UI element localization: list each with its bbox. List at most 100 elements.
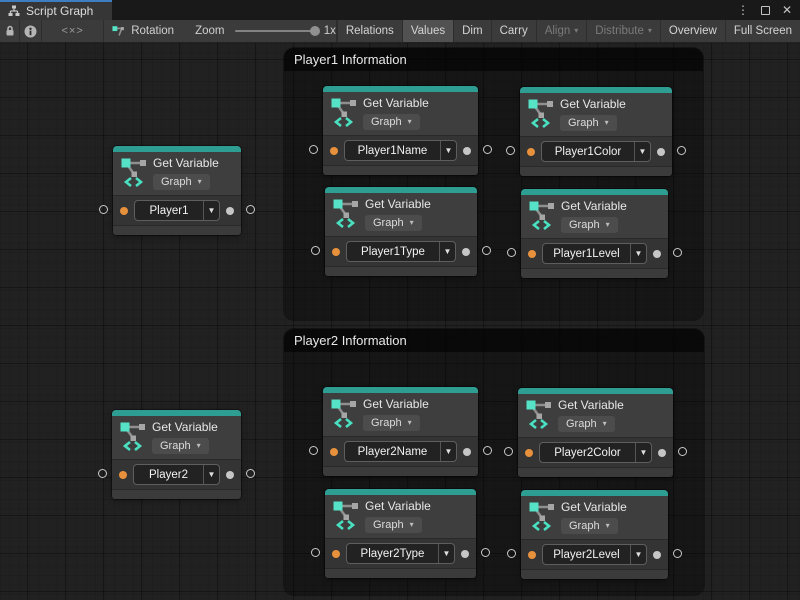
- input-port[interactable]: [330, 147, 338, 155]
- outer-port-right[interactable]: [673, 549, 682, 558]
- scope-dropdown[interactable]: Graph ▾: [560, 115, 617, 131]
- outer-port-right[interactable]: [246, 205, 255, 214]
- variable-dropdown[interactable]: Player1Type ▼: [346, 241, 456, 262]
- get-variable-icon: [331, 97, 357, 127]
- scope-dropdown[interactable]: Graph ▾: [365, 517, 422, 533]
- outer-port-right[interactable]: [481, 548, 490, 557]
- toolbar-button-align[interactable]: Align▾: [536, 20, 587, 42]
- input-port[interactable]: [120, 207, 128, 215]
- node-header: Get Variable Graph ▾: [112, 416, 241, 459]
- toolbar-button-carry[interactable]: Carry: [491, 20, 536, 42]
- close-icon[interactable]: ✕: [782, 4, 792, 16]
- group-title[interactable]: Player1 Information: [284, 48, 703, 71]
- graph-canvas[interactable]: Player1 Information Player2 Information G…: [0, 43, 800, 600]
- outer-port-right[interactable]: [246, 469, 255, 478]
- maximize-icon[interactable]: [761, 6, 770, 15]
- variable-dropdown[interactable]: Player2Level ▼: [542, 544, 647, 565]
- outer-port-left[interactable]: [311, 246, 320, 255]
- toolbar-button-relations[interactable]: Relations: [337, 20, 402, 42]
- get-variable-icon: [529, 200, 555, 230]
- node-body: Player1Color ▼: [520, 136, 672, 166]
- group-title[interactable]: Player2 Information: [284, 329, 704, 352]
- node-get-variable-player2[interactable]: Get Variable Graph ▾ Player2 ▼: [112, 410, 241, 499]
- zoom-slider-handle[interactable]: [310, 26, 320, 36]
- toolbar-button-distribute[interactable]: Distribute▾: [586, 20, 660, 42]
- outer-port-left[interactable]: [507, 549, 516, 558]
- outer-port-left[interactable]: [309, 446, 318, 455]
- output-port[interactable]: [226, 471, 234, 479]
- tab-script-graph[interactable]: Script Graph: [0, 0, 112, 20]
- variable-dropdown[interactable]: Player1Level ▼: [542, 243, 647, 264]
- scope-dropdown[interactable]: Graph ▾: [363, 415, 420, 431]
- toolbar-button-overview[interactable]: Overview: [660, 20, 725, 42]
- zoom-slider[interactable]: [235, 30, 316, 32]
- output-port[interactable]: [658, 449, 666, 457]
- variable-name: Player2: [134, 465, 203, 484]
- output-port[interactable]: [463, 448, 471, 456]
- input-port[interactable]: [528, 551, 536, 559]
- info-button[interactable]: [20, 20, 42, 42]
- outer-port-left[interactable]: [311, 548, 320, 557]
- node-get-variable-player2name[interactable]: Get Variable Graph ▾ Player2Name ▼: [323, 387, 478, 476]
- chevron-down-icon: ▼: [635, 443, 651, 462]
- toolbar-button-full-screen[interactable]: Full Screen: [725, 20, 800, 42]
- variable-dropdown[interactable]: Player1Name ▼: [344, 140, 457, 161]
- outer-port-left[interactable]: [504, 447, 513, 456]
- variable-dropdown[interactable]: Player2Type ▼: [346, 543, 455, 564]
- toolbar-button-dim[interactable]: Dim: [453, 20, 490, 42]
- input-port[interactable]: [332, 248, 340, 256]
- scope-dropdown[interactable]: Graph ▾: [561, 518, 618, 534]
- scope-dropdown[interactable]: Graph ▾: [363, 114, 420, 130]
- node-get-variable-player1level[interactable]: Get Variable Graph ▾ Player1Level ▼: [521, 189, 668, 278]
- node-get-variable-player1name[interactable]: Get Variable Graph ▾ Player1Name ▼: [323, 86, 478, 175]
- output-port[interactable]: [653, 551, 661, 559]
- outer-port-right[interactable]: [678, 447, 687, 456]
- node-get-variable-player2level[interactable]: Get Variable Graph ▾ Player2Level ▼: [521, 490, 668, 579]
- variable-dropdown[interactable]: Player2Color ▼: [539, 442, 652, 463]
- output-port[interactable]: [462, 248, 470, 256]
- output-port[interactable]: [653, 250, 661, 258]
- menu-icon[interactable]: ⋮: [737, 4, 749, 16]
- variable-dropdown[interactable]: Player2Name ▼: [344, 441, 457, 462]
- scope-dropdown[interactable]: Graph ▾: [152, 438, 209, 454]
- output-port[interactable]: [657, 148, 665, 156]
- outer-port-left[interactable]: [99, 205, 108, 214]
- input-port[interactable]: [119, 471, 127, 479]
- toolbar-view-controls: Rotation Zoom 1x: [104, 20, 337, 42]
- scope-dropdown[interactable]: Graph ▾: [153, 174, 210, 190]
- input-port[interactable]: [527, 148, 535, 156]
- input-port[interactable]: [332, 550, 340, 558]
- input-port[interactable]: [330, 448, 338, 456]
- toolbar-button-values[interactable]: Values: [402, 20, 453, 42]
- info-icon: [24, 25, 37, 38]
- chevron-down-icon: ▾: [606, 221, 610, 229]
- output-port[interactable]: [461, 550, 469, 558]
- output-port[interactable]: [463, 147, 471, 155]
- outer-port-left[interactable]: [309, 145, 318, 154]
- outer-port-right[interactable]: [483, 446, 492, 455]
- chevron-down-icon: ▾: [606, 522, 610, 530]
- input-port[interactable]: [525, 449, 533, 457]
- scope-dropdown[interactable]: Graph ▾: [365, 215, 422, 231]
- node-get-variable-player1[interactable]: Get Variable Graph ▾ Player1 ▼: [113, 146, 241, 235]
- outer-port-left[interactable]: [507, 248, 516, 257]
- variable-dropdown[interactable]: Player1Color ▼: [541, 141, 651, 162]
- outer-port-right[interactable]: [483, 145, 492, 154]
- outer-port-right[interactable]: [677, 146, 686, 155]
- node-get-variable-player2color[interactable]: Get Variable Graph ▾ Player2Color ▼: [518, 388, 673, 477]
- input-port[interactable]: [528, 250, 536, 258]
- outer-port-left[interactable]: [98, 469, 107, 478]
- code-view-button[interactable]: <×>: [42, 20, 103, 42]
- node-get-variable-player1type[interactable]: Get Variable Graph ▾ Player1Type ▼: [325, 187, 477, 276]
- variable-dropdown[interactable]: Player1 ▼: [134, 200, 220, 221]
- outer-port-right[interactable]: [482, 246, 491, 255]
- node-get-variable-player1color[interactable]: Get Variable Graph ▾ Player1Color ▼: [520, 87, 672, 176]
- variable-dropdown[interactable]: Player2 ▼: [133, 464, 220, 485]
- outer-port-left[interactable]: [506, 146, 515, 155]
- scope-dropdown[interactable]: Graph ▾: [558, 416, 615, 432]
- outer-port-right[interactable]: [673, 248, 682, 257]
- lock-button[interactable]: [0, 20, 20, 42]
- node-get-variable-player2type[interactable]: Get Variable Graph ▾ Player2Type ▼: [325, 489, 476, 578]
- output-port[interactable]: [226, 207, 234, 215]
- scope-dropdown[interactable]: Graph ▾: [561, 217, 618, 233]
